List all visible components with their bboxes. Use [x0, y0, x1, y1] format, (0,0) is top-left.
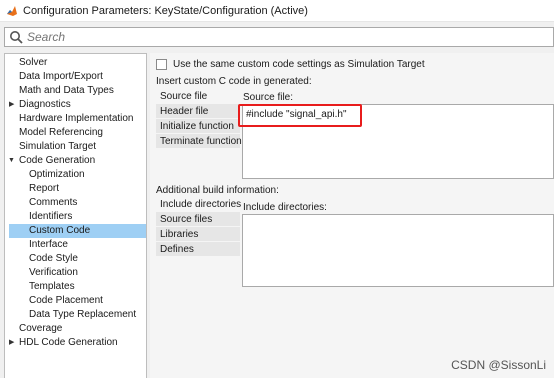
custom-code-panel: Use the same custom code settings as Sim… [150, 53, 554, 378]
collapse-arrow-icon[interactable]: ▼ [8, 154, 15, 168]
tree-item-verification[interactable]: Verification [29, 266, 78, 280]
include-directories-label: Include directories: [243, 202, 327, 213]
build-section-label: Additional build information: [156, 185, 279, 196]
tree-item-custom-code[interactable]: Custom Code [9, 224, 146, 238]
tree-item-coverage[interactable]: Coverage [19, 322, 62, 336]
tab-source-files[interactable]: Source files [156, 212, 240, 227]
tree-item-code-placement[interactable]: Code Placement [29, 294, 103, 308]
tab-terminate-function[interactable]: Terminate function [156, 134, 242, 149]
tree-item-optimization[interactable]: Optimization [29, 168, 85, 182]
source-file-label: Source file: [243, 92, 294, 103]
build-info-tabs: Include directories Source files Librari… [156, 197, 241, 257]
tree-item-diagnostics[interactable]: Diagnostics [19, 98, 71, 112]
include-directories-textarea[interactable] [242, 214, 554, 287]
tab-source-file[interactable]: Source file [156, 89, 240, 104]
tree-item-interface[interactable]: Interface [29, 238, 68, 252]
tab-libraries[interactable]: Libraries [156, 227, 240, 242]
tree-item-hardware-implementation[interactable]: Hardware Implementation [19, 112, 134, 126]
tree-item-data-type-replacement[interactable]: Data Type Replacement [29, 308, 136, 322]
category-tree[interactable]: Solver Data Import/Export Math and Data … [4, 53, 147, 378]
search-icon [10, 31, 23, 44]
tree-item-hdl-code-generation[interactable]: HDL Code Generation [19, 336, 118, 350]
tree-item-solver[interactable]: Solver [19, 56, 47, 70]
expand-arrow-icon[interactable]: ▶ [9, 336, 14, 350]
same-settings-checkbox[interactable] [156, 59, 167, 70]
tab-defines[interactable]: Defines [156, 242, 240, 257]
expand-arrow-icon[interactable]: ▶ [9, 98, 14, 112]
tree-item-math-and-data-types[interactable]: Math and Data Types [19, 84, 114, 98]
tree-item-code-style[interactable]: Code Style [29, 252, 78, 266]
annotation-highlight-box [238, 104, 362, 127]
same-settings-checkbox-row[interactable]: Use the same custom code settings as Sim… [156, 59, 425, 70]
tab-initialize-function[interactable]: Initialize function [156, 119, 240, 134]
insert-section-label: Insert custom C code in generated: [156, 76, 312, 87]
tree-item-model-referencing[interactable]: Model Referencing [19, 126, 103, 140]
insert-code-tabs: Source file Header file Initialize funct… [156, 89, 242, 149]
tree-item-report[interactable]: Report [29, 182, 59, 196]
matlab-logo-icon [7, 5, 17, 16]
window-titlebar: Configuration Parameters: KeyState/Confi… [0, 0, 554, 22]
same-settings-label: Use the same custom code settings as Sim… [173, 59, 425, 70]
tab-include-directories[interactable]: Include directories [156, 197, 241, 212]
tree-item-comments[interactable]: Comments [29, 196, 77, 210]
tab-header-file[interactable]: Header file [156, 104, 240, 119]
tree-item-identifiers[interactable]: Identifiers [29, 210, 72, 224]
tree-item-templates[interactable]: Templates [29, 280, 75, 294]
search-bar[interactable] [4, 27, 554, 47]
tree-item-code-generation[interactable]: Code Generation [19, 154, 95, 168]
tree-item-data-import-export[interactable]: Data Import/Export [19, 70, 103, 84]
tree-item-simulation-target[interactable]: Simulation Target [19, 140, 96, 154]
window-title: Configuration Parameters: KeyState/Confi… [23, 4, 308, 17]
watermark: CSDN @SissonLi [451, 358, 546, 372]
search-input[interactable] [27, 30, 427, 44]
